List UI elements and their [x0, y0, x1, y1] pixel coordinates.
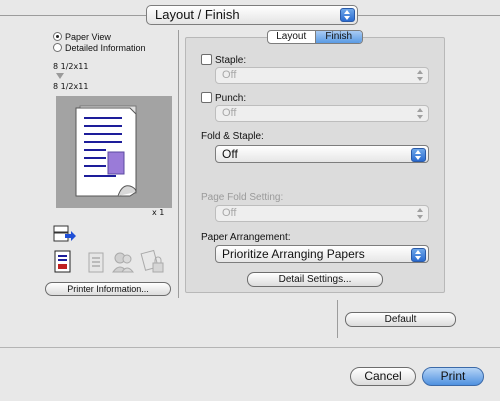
tab-bar: Layout Finish — [267, 30, 363, 44]
cancel-button[interactable]: Cancel — [350, 367, 416, 386]
paper-preview — [56, 96, 172, 208]
panel-selector-label: Layout / Finish — [155, 7, 240, 22]
paper-arrangement-label: Paper Arrangement: — [201, 232, 291, 243]
page-fold-select[interactable]: Off — [215, 205, 429, 222]
punch-checkbox[interactable]: Punch: — [201, 92, 246, 104]
tab-layout[interactable]: Layout — [268, 31, 315, 43]
paper-size-from: 8 1/2x11 — [53, 62, 89, 71]
users-icon — [112, 252, 135, 273]
popup-stepper-icon — [340, 8, 355, 22]
default-button[interactable]: Default — [345, 312, 456, 327]
printer-information-button[interactable]: Printer Information... — [45, 282, 171, 296]
up-down-arrows-icon — [417, 208, 423, 219]
popup-stepper-icon — [411, 148, 426, 162]
print-button[interactable]: Print — [422, 367, 484, 386]
paper-size-to: 8 1/2x11 — [53, 82, 89, 91]
checkbox-icon — [201, 92, 212, 103]
up-down-arrows-icon — [417, 108, 423, 119]
punch-select[interactable]: Off — [215, 105, 429, 122]
staple-checkbox[interactable]: Staple: — [201, 54, 246, 66]
arrow-down-icon — [56, 73, 64, 79]
divider-left — [0, 15, 146, 16]
checkbox-icon — [201, 54, 212, 65]
fold-staple-select[interactable]: Off — [215, 145, 429, 163]
secure-print-icon — [140, 249, 164, 273]
footer-divider — [0, 347, 500, 348]
paper-arrangement-select[interactable]: Prioritize Arranging Papers — [215, 245, 429, 263]
booklet-icon — [88, 252, 104, 273]
document-icon — [54, 250, 71, 273]
radio-icon — [53, 32, 62, 41]
fold-staple-label: Fold & Staple: — [201, 131, 264, 142]
tab-finish[interactable]: Finish — [314, 31, 362, 43]
radio-icon — [53, 43, 62, 52]
up-down-arrows-icon — [417, 70, 423, 81]
left-panel-divider — [178, 30, 179, 298]
staple-select[interactable]: Off — [215, 67, 429, 84]
default-divider — [337, 300, 338, 338]
panel-selector-popup[interactable]: Layout / Finish — [146, 5, 358, 25]
popup-stepper-icon — [411, 248, 426, 262]
output-tray-icon — [53, 225, 76, 242]
paper-preview-icon — [75, 105, 137, 197]
divider-right — [358, 15, 500, 16]
page-fold-label: Page Fold Setting: — [201, 192, 284, 203]
copies-count: x 1 — [152, 208, 165, 217]
detail-settings-button[interactable]: Detail Settings... — [247, 272, 383, 287]
radio-detailed-info[interactable]: Detailed Information — [53, 42, 146, 54]
